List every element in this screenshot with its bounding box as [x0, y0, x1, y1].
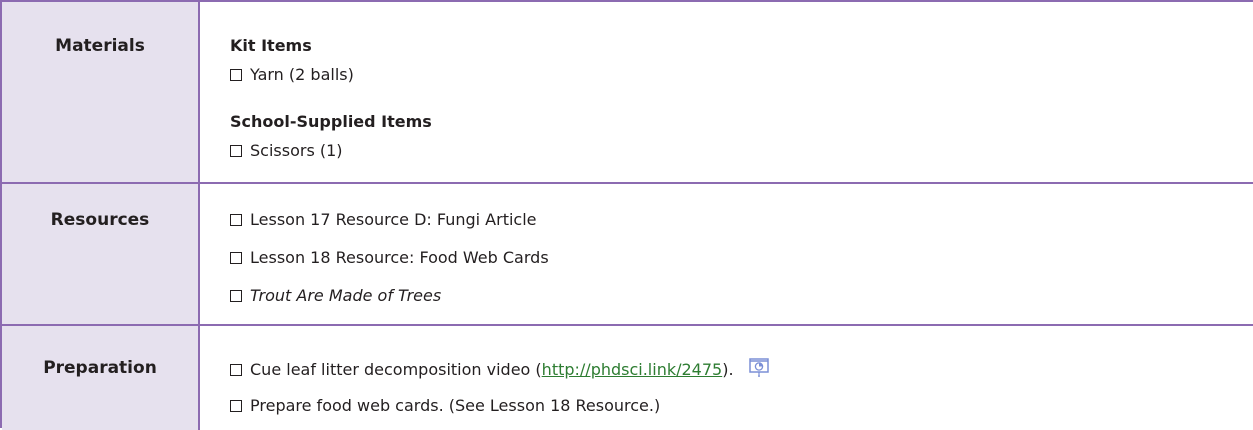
slide-icon[interactable] [748, 358, 769, 377]
preparation-item-text: Prepare food web cards. (See Lesson 18 R… [250, 396, 661, 415]
resource-item-label: Lesson 18 Resource: Food Web Cards [250, 248, 549, 267]
materials-label: Materials [55, 36, 145, 56]
school-item[interactable]: Scissors (1) [230, 141, 343, 161]
checkbox-icon[interactable] [230, 252, 242, 264]
school-item-label: Scissors (1) [250, 141, 343, 160]
resource-item[interactable]: Lesson 18 Resource: Food Web Cards [230, 248, 549, 268]
resource-item-label: Trout Are Made of Trees [250, 286, 442, 305]
video-link[interactable]: http://phdsci.link/2475 [542, 360, 723, 379]
resource-item-label: Lesson 17 Resource D: Fungi Article [250, 210, 537, 229]
checkbox-icon[interactable] [230, 290, 242, 302]
materials-table: Materials Kit Items Yarn (2 balls) Schoo… [0, 0, 1253, 430]
checkbox-icon[interactable] [230, 69, 242, 81]
checkbox-icon[interactable] [230, 400, 242, 412]
resources-row: Resources Lesson 17 Resource D: Fungi Ar… [2, 184, 1253, 326]
materials-row: Materials Kit Items Yarn (2 balls) Schoo… [2, 2, 1253, 184]
resource-item[interactable]: Trout Are Made of Trees [230, 286, 441, 306]
checkbox-icon[interactable] [230, 145, 242, 157]
school-items-heading: School-Supplied Items [230, 112, 432, 131]
checkbox-icon[interactable] [230, 364, 242, 376]
preparation-item[interactable]: Cue leaf litter decomposition video (htt… [230, 358, 769, 380]
resources-label: Resources [50, 210, 150, 230]
preparation-item[interactable]: Prepare food web cards. (See Lesson 18 R… [230, 396, 660, 416]
resource-item[interactable]: Lesson 17 Resource D: Fungi Article [230, 210, 537, 230]
preparation-label: Preparation [43, 358, 157, 378]
kit-item[interactable]: Yarn (2 balls) [230, 65, 354, 85]
preparation-item-text-end: ). [722, 360, 734, 379]
preparation-item-text: Cue leaf litter decomposition video ( [250, 360, 542, 379]
kit-item-label: Yarn (2 balls) [250, 65, 354, 84]
materials-label-cell: Materials [2, 2, 200, 182]
preparation-row: Preparation Cue leaf litter decompositio… [2, 326, 1253, 430]
preparation-label-cell: Preparation [2, 326, 200, 430]
kit-items-heading: Kit Items [230, 36, 312, 55]
resources-label-cell: Resources [2, 184, 200, 324]
checkbox-icon[interactable] [230, 214, 242, 226]
